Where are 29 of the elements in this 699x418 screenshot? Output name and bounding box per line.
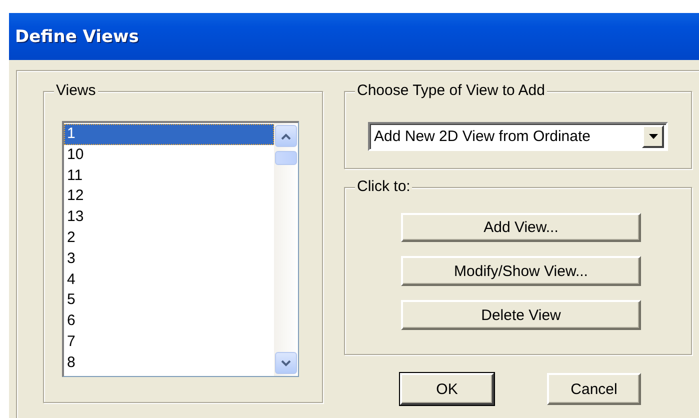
action-button[interactable]: Add View... bbox=[401, 213, 641, 242]
list-item[interactable]: 5 bbox=[64, 290, 274, 312]
list-item[interactable]: 4 bbox=[64, 270, 274, 290]
dialog-button[interactable]: Cancel bbox=[547, 373, 641, 405]
scroll-thumb[interactable] bbox=[275, 151, 297, 165]
scrollbar[interactable] bbox=[274, 123, 298, 376]
list-item[interactable]: 6 bbox=[64, 311, 274, 332]
scroll-down-button[interactable] bbox=[275, 352, 297, 374]
view-type-dropdown[interactable]: Add New 2D View from Ordinate bbox=[368, 122, 668, 151]
list-item[interactable]: 12 bbox=[64, 186, 274, 208]
group-label: Choose Type of View to Add bbox=[355, 82, 547, 100]
list-item[interactable]: 13 bbox=[64, 207, 274, 228]
chevron-up-icon bbox=[281, 132, 291, 140]
action-button[interactable]: Modify/Show View... bbox=[401, 256, 641, 286]
caret-icon bbox=[648, 134, 658, 139]
views-list[interactable]: 1 10 11 12 13 2 3 4 5 6 7 8 bbox=[62, 121, 299, 377]
chevron-down-icon bbox=[281, 360, 291, 366]
list-item[interactable]: 2 bbox=[64, 228, 274, 249]
dropdown-button[interactable] bbox=[642, 125, 664, 148]
dialog-button[interactable]: OK bbox=[400, 373, 494, 405]
action-button[interactable]: Delete View bbox=[401, 300, 641, 330]
list-item[interactable]: 7 bbox=[64, 332, 274, 353]
scroll-up-button[interactable] bbox=[275, 125, 297, 147]
list-item[interactable]: 1 bbox=[64, 124, 274, 145]
list-item[interactable]: 11 bbox=[64, 166, 274, 186]
list-item[interactable]: 3 bbox=[64, 248, 274, 270]
window-title: Define Views bbox=[15, 26, 139, 46]
list-item[interactable]: 8 bbox=[64, 352, 274, 374]
list-item[interactable]: 10 bbox=[64, 144, 274, 166]
